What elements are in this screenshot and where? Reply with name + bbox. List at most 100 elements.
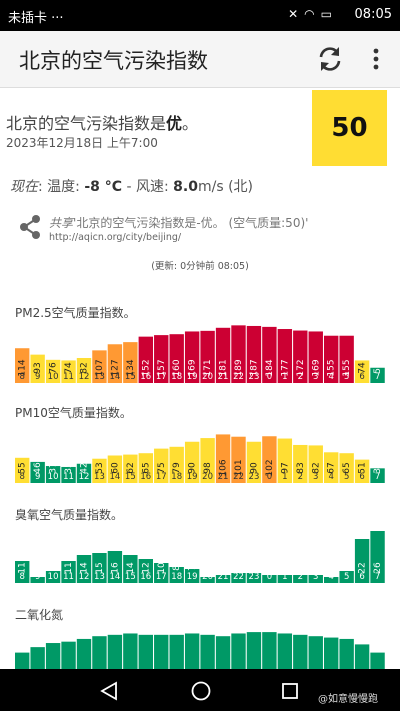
wifi-icon: ◠ [304,7,321,21]
chart-hour-label: 6 [359,572,364,582]
share-message: '北京的空气污染指数是-优。 (空气质量:50)' [73,216,309,230]
temperature-label: : 温度: [38,179,85,195]
chart-hour-label: 8 [19,372,24,382]
chart-hour-label: 9 [35,472,40,482]
chart-hour-label: 17 [156,572,167,582]
home-button[interactable] [190,680,212,702]
chart-bar [45,643,61,669]
aqi-heading-suffix: 。 [182,114,199,133]
back-button[interactable] [98,680,120,702]
chart-hour-label: 21 [218,372,229,382]
chart-value-label: 5 [249,565,259,571]
chart-value-label: 6 [49,565,59,571]
chart-bar [277,633,293,669]
no2-chart [0,622,400,669]
chart-hour-label: 5 [344,372,349,382]
chart-value-label: 3 [327,565,337,571]
chart-hour-label: 16 [140,472,151,482]
recent-apps-button[interactable] [280,681,300,701]
no2-chart-svg [15,632,385,669]
share-url[interactable]: http://aqicn.org/city/beijing/ [49,232,181,243]
chart-hour-label: 8 [19,572,24,582]
aqi-value-badge: 50 [312,90,387,166]
chart-hour-label: 14 [109,572,120,582]
wind-unit: m/s (北) [197,179,254,195]
chart-hour-label: 22 [233,372,244,382]
share-row[interactable]: 共享'北京的空气污染指数是-优。 (空气质量:50)' http://aqicn… [18,210,398,246]
chart-value-label: 4 [311,565,321,571]
chart-hour-label: 23 [249,572,260,582]
chart-hour-label: 23 [249,372,260,382]
chart-value-label: 4 [219,565,229,571]
chart-bar [339,638,354,669]
chart-hour-label: 12 [79,472,90,482]
chart-hour-label: 7 [375,372,380,382]
chart-hour-label: 18 [171,472,182,482]
more-menu-button[interactable] [364,44,388,74]
chart-hour-label: 0 [267,372,272,382]
chart-hour-label: 19 [187,472,198,482]
pm10-chart-svg: 5584693710351142125313601462156516751779… [15,434,385,483]
navigation-bar: @如意慢慢跑 [0,669,400,711]
chart-bar [15,652,30,669]
chart-hour-label: 12 [79,372,90,382]
weather-line: 现在: 温度: -8 °C - 风速: 8.0m/s (北) [10,176,253,196]
chart-hour-label: 18 [171,372,182,382]
chart-hour-label: 0 [267,572,272,582]
chart-bar [138,634,153,669]
chart-hour-label: 14 [109,372,120,382]
chart-value-label: 7 [188,565,198,571]
more-vert-icon [373,48,379,70]
chart-bar [308,636,323,669]
chart-bar [184,633,200,669]
chart-bar [154,634,169,669]
back-icon [100,681,117,701]
chart-hour-label: 5 [344,572,349,582]
chart-hour-label: 17 [156,372,167,382]
status-bar: 未插卡 ··· ✕◠▭ 08:05 [0,0,400,31]
chart-hour-label: 11 [63,472,74,482]
chart-hour-label: 21 [218,472,229,482]
chart-value-label: 3 [203,565,213,571]
app-title: 北京的空气污染指数 [19,49,208,73]
chart-value-label: 4 [296,565,306,571]
chart-bar [293,634,308,669]
watermark-text: @如意慢慢跑 [318,694,378,705]
aqi-level: 优 [166,114,183,133]
wind-value: 8.0 [173,179,198,195]
chart-hour-label: 22 [233,472,244,482]
chart-hour-label: 13 [94,472,105,482]
chart-bar [231,633,246,669]
chart-hour-label: 17 [156,472,167,482]
chart-hour-label: 4 [328,472,333,482]
chart-hour-label: 1 [282,572,287,582]
chart-hour-label: 1 [282,472,287,482]
pm25-chart: 114 8 93 9 76 10 74 11 82 12 107 13 127 14 134 15 152 16 1… [0,318,400,386]
aqi-summary: 北京的空气污染指数是优。 2023年12月18日 上午7:00 50 [0,90,400,166]
refresh-icon [319,47,341,71]
chart-hour-label: 14 [109,472,120,482]
home-icon [191,681,211,701]
refresh-button[interactable] [312,41,348,77]
chart-hour-label: 6 [359,372,364,382]
chart-hour-label: 4 [328,372,333,382]
chart-hour-label: 15 [125,572,136,582]
chart-hour-label: 20 [202,572,213,582]
chart-bar [107,634,123,669]
chart-hour-label: 20 [202,372,213,382]
mute-icon: ✕ [288,7,305,21]
chart-value-label: 4 [265,565,275,571]
chart-hour-label: 5 [344,472,349,482]
chart-hour-label: 21 [218,572,229,582]
ozone-chart-svg: 1183961011111412151316141415121610178187… [15,531,385,583]
chart-hour-label: 16 [140,372,151,382]
chart-hour-label: 4 [328,572,333,582]
status-icons: ✕◠▭ [288,7,338,21]
chart-hour-label: 3 [313,572,318,582]
share-label: 共享 [49,216,74,230]
chart-bar [324,637,339,669]
chart-hour-label: 15 [125,472,136,482]
chart-hour-label: 2 [298,572,303,582]
chart-hour-label: 19 [187,372,198,382]
chart-bar [262,632,277,669]
